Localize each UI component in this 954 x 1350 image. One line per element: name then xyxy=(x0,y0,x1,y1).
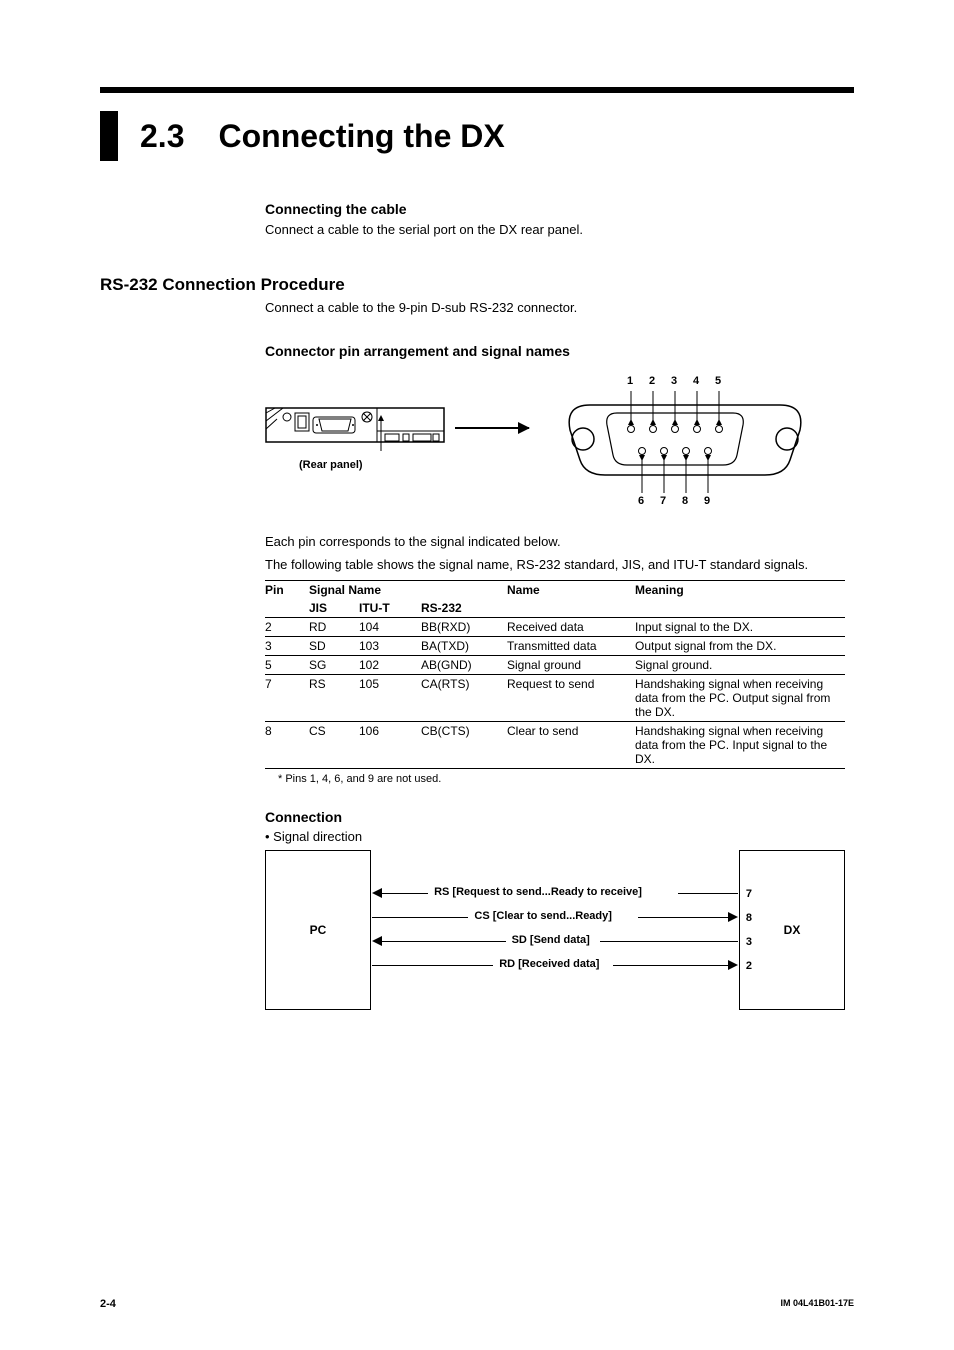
signal-direction-diagram: PC DX RS [Request to send...Ready to rec… xyxy=(265,850,845,1010)
cell-itu: 102 xyxy=(359,655,421,674)
pin-label: 8 xyxy=(682,495,688,507)
rs232-text: Connect a cable to the 9-pin D-sub RS-23… xyxy=(265,299,854,317)
dsub-connector-drawing: 1 2 3 4 5 xyxy=(545,375,825,515)
col-rs: RS-232 xyxy=(421,599,507,618)
signal-label: RD [Received data] xyxy=(499,958,599,970)
cell-jis: SG xyxy=(309,655,359,674)
cell-meaning: Handshaking signal when receiving data f… xyxy=(635,721,845,768)
pin-label: 7 xyxy=(660,495,666,507)
signal-label: CS [Clear to send...Ready] xyxy=(474,910,612,922)
cell-name: Transmitted data xyxy=(507,636,635,655)
top-rule xyxy=(100,87,854,93)
cell-name: Clear to send xyxy=(507,721,635,768)
signal-pin: 3 xyxy=(746,936,752,948)
table-row: 8CS106CB(CTS)Clear to sendHandshaking si… xyxy=(265,721,845,768)
table-intro-2: The following table shows the signal nam… xyxy=(265,556,854,574)
col-pin: Pin xyxy=(265,580,309,599)
cell-meaning: Signal ground. xyxy=(635,655,845,674)
cell-itu: 106 xyxy=(359,721,421,768)
signal-line: RS [Request to send...Ready to receive]7 xyxy=(372,886,738,900)
cell-rs: CA(RTS) xyxy=(421,674,507,721)
cell-meaning: Input signal to the DX. xyxy=(635,617,845,636)
signal-line: RD [Received data]2 xyxy=(372,958,738,972)
section-header: 2.3 Connecting the DX xyxy=(100,111,854,161)
section-title: Connecting the DX xyxy=(218,118,504,155)
dx-label: DX xyxy=(740,923,844,937)
signal-table: Pin Signal Name Name Meaning JIS ITU-T R… xyxy=(265,580,845,769)
pin-label: 5 xyxy=(715,375,721,387)
cell-itu: 104 xyxy=(359,617,421,636)
cell-pin: 7 xyxy=(265,674,309,721)
col-name: Name xyxy=(507,580,635,599)
pin-label: 6 xyxy=(638,495,644,507)
cell-name: Received data xyxy=(507,617,635,636)
signal-label: SD [Send data] xyxy=(512,934,590,946)
signal-line: SD [Send data]3 xyxy=(372,934,738,948)
cell-name: Request to send xyxy=(507,674,635,721)
signal-direction-bullet: • Signal direction xyxy=(265,829,854,844)
cell-pin: 8 xyxy=(265,721,309,768)
pin-label: 4 xyxy=(693,375,699,387)
pin-label: 3 xyxy=(671,375,677,387)
cell-jis: RD xyxy=(309,617,359,636)
table-intro-1: Each pin corresponds to the signal indic… xyxy=(265,533,854,551)
cell-rs: BB(RXD) xyxy=(421,617,507,636)
arrow-icon xyxy=(728,960,738,970)
cell-jis: CS xyxy=(309,721,359,768)
section-number: 2.3 xyxy=(140,118,184,155)
cell-itu: 105 xyxy=(359,674,421,721)
dx-box: DX xyxy=(739,850,845,1010)
cable-text: Connect a cable to the serial port on th… xyxy=(265,221,854,239)
cell-name: Signal ground xyxy=(507,655,635,674)
pin-label: 1 xyxy=(627,375,633,387)
table-footnote: * Pins 1, 4, 6, and 9 are not used. xyxy=(278,773,854,785)
connection-heading: Connection xyxy=(265,809,854,825)
arrow-icon xyxy=(372,888,382,898)
section-marker xyxy=(100,111,118,161)
table-row: 5SG102AB(GND)Signal groundSignal ground. xyxy=(265,655,845,674)
table-row: 7RS105CA(RTS)Request to sendHandshaking … xyxy=(265,674,845,721)
page-number: 2-4 xyxy=(100,1298,116,1310)
col-jis: JIS xyxy=(309,599,359,618)
rear-panel-drawing xyxy=(265,407,445,453)
cell-rs: CB(CTS) xyxy=(421,721,507,768)
rs232-heading: RS-232 Connection Procedure xyxy=(100,275,854,295)
col-sig: Signal Name xyxy=(309,580,507,599)
arrow-icon xyxy=(372,936,382,946)
cable-heading: Connecting the cable xyxy=(265,201,854,217)
table-row: 2RD104BB(RXD)Received dataInput signal t… xyxy=(265,617,845,636)
cell-pin: 5 xyxy=(265,655,309,674)
pc-label: PC xyxy=(266,923,370,937)
signal-line: CS [Clear to send...Ready]8 xyxy=(372,910,738,924)
cell-meaning: Output signal from the DX. xyxy=(635,636,845,655)
pc-box: PC xyxy=(265,850,371,1010)
cell-jis: SD xyxy=(309,636,359,655)
signal-pin: 8 xyxy=(746,912,752,924)
signal-pin: 2 xyxy=(746,960,752,972)
connector-diagram: (Rear panel) 1 2 3 4 5 xyxy=(265,375,854,515)
arrow-icon xyxy=(728,912,738,922)
doc-number: IM 04L41B01-17E xyxy=(780,1298,854,1308)
table-row: 3SD103BA(TXD)Transmitted dataOutput sign… xyxy=(265,636,845,655)
col-meaning: Meaning xyxy=(635,580,845,599)
pin-heading: Connector pin arrangement and signal nam… xyxy=(265,343,854,359)
cell-pin: 2 xyxy=(265,617,309,636)
page-footer: 2-4 IM 04L41B01-17E xyxy=(100,1298,854,1310)
cell-itu: 103 xyxy=(359,636,421,655)
cell-pin: 3 xyxy=(265,636,309,655)
rear-panel-label: (Rear panel) xyxy=(299,459,363,471)
arrow-icon xyxy=(455,427,529,429)
cell-meaning: Handshaking signal when receiving data f… xyxy=(635,674,845,721)
cell-rs: BA(TXD) xyxy=(421,636,507,655)
col-itu: ITU-T xyxy=(359,599,421,618)
pin-label: 9 xyxy=(704,495,710,507)
signal-label: RS [Request to send...Ready to receive] xyxy=(434,886,642,898)
signal-pin: 7 xyxy=(746,888,752,900)
cell-rs: AB(GND) xyxy=(421,655,507,674)
pin-label: 2 xyxy=(649,375,655,387)
cell-jis: RS xyxy=(309,674,359,721)
